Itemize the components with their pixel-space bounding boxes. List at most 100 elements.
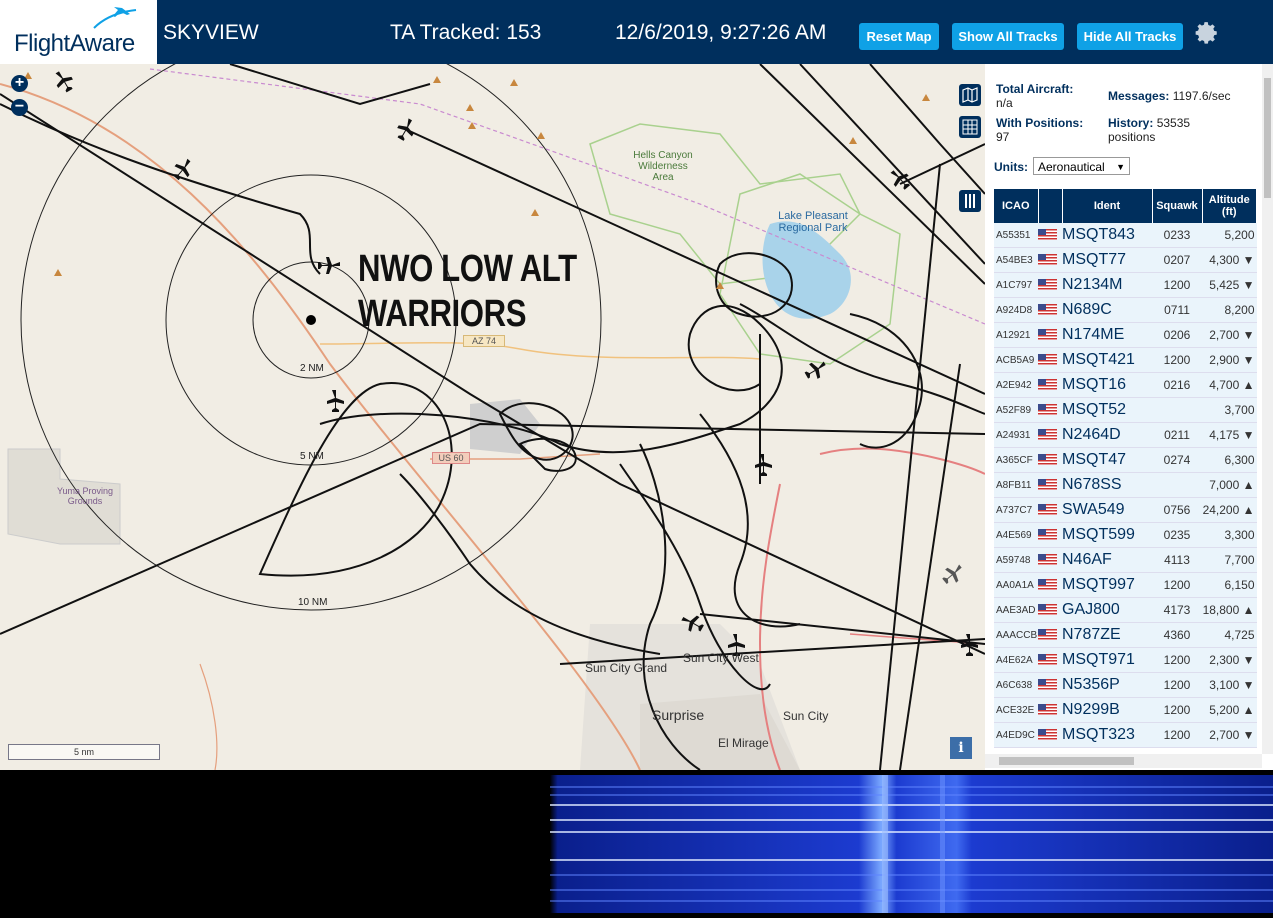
ident-cell: MSQT77	[1062, 247, 1152, 273]
ident-cell: N678SS	[1062, 472, 1152, 498]
place-el-mirage: El Mirage	[718, 736, 769, 750]
units-select[interactable]: Aeronautical ▼	[1033, 157, 1130, 175]
grid-toggle-button[interactable]	[959, 116, 981, 138]
col-icao[interactable]: ICAO	[994, 189, 1039, 223]
squawk-cell: 1200	[1152, 672, 1202, 698]
table-row[interactable]: A737C7 SWA549 0756 24,200 ▲	[994, 497, 1257, 523]
squawk-cell: 0711	[1152, 297, 1202, 323]
columns-icon	[965, 194, 975, 208]
us-flag-icon	[1038, 697, 1062, 723]
squawk-cell: 4113	[1152, 547, 1202, 573]
reset-map-button[interactable]: Reset Map	[859, 23, 939, 50]
us-flag-icon	[1038, 272, 1062, 298]
table-row[interactable]: A1C797 N2134M 1200 5,425 ▼	[994, 272, 1257, 298]
flightaware-logo[interactable]: FlightAware	[0, 0, 157, 66]
table-row[interactable]: A59748 N46AF 4113 7,700	[994, 547, 1257, 573]
units-selected: Aeronautical	[1038, 160, 1105, 174]
gear-icon[interactable]	[1194, 20, 1220, 46]
map-canvas[interactable]: + − NWO LOW ALT WARRIORS 2 NM 5 NM 10 NM…	[0, 64, 985, 770]
table-row[interactable]: AAE3AD GAJ800 4173 18,800 ▲	[994, 597, 1257, 623]
zoom-in-button[interactable]: +	[11, 75, 28, 92]
squawk-cell: 0235	[1152, 522, 1202, 548]
video-feed-left	[0, 775, 508, 913]
ident-cell: SWA549	[1062, 497, 1152, 523]
col-squawk[interactable]: Squawk	[1152, 189, 1203, 223]
ident-cell: MSQT16	[1062, 372, 1152, 398]
ring-label-2nm: 2 NM	[300, 363, 324, 374]
altitude-cell: 5,200 ▲	[1202, 697, 1257, 723]
ring-label-5nm: 5 NM	[300, 451, 324, 462]
squawk-cell: 1200	[1152, 572, 1202, 598]
hide-all-tracks-button[interactable]: Hide All Tracks	[1077, 23, 1183, 50]
scroll-thumb[interactable]	[1264, 78, 1271, 198]
ident-cell: N2134M	[1062, 272, 1152, 298]
icao-cell: A52F89	[994, 397, 1038, 423]
us-flag-icon	[1038, 547, 1062, 573]
table-row[interactable]: AAACCB N787ZE 4360 4,725	[994, 622, 1257, 648]
icao-cell: A4E569	[994, 522, 1038, 548]
tracked-count: TA Tracked: 153	[390, 21, 542, 44]
altitude-cell: 4,300 ▼	[1202, 247, 1257, 273]
table-row[interactable]: A24931 N2464D 0211 4,175 ▼	[994, 422, 1257, 448]
altitude-cell: 5,200	[1202, 223, 1257, 248]
col-flag[interactable]	[1038, 189, 1063, 223]
table-row[interactable]: ACE32E N9299B 1200 5,200 ▲	[994, 697, 1257, 723]
map-layers-button[interactable]	[959, 84, 981, 106]
col-altitude[interactable]: Altitude (ft)	[1202, 189, 1257, 223]
table-row[interactable]: A6C638 N5356P 1200 3,100 ▼	[994, 672, 1257, 698]
table-row[interactable]: A8FB11 N678SS 7,000 ▲	[994, 472, 1257, 498]
altitude-cell: 7,700	[1202, 547, 1257, 573]
table-row[interactable]: A365CF MSQT47 0274 6,300	[994, 447, 1257, 473]
ident-cell: N2464D	[1062, 422, 1152, 448]
place-lake-pleasant: Lake Pleasant Regional Park	[778, 210, 848, 234]
vertical-scrollbar[interactable]	[1262, 64, 1273, 754]
horizontal-scrollbar[interactable]	[985, 754, 1262, 768]
ident-cell: MSQT47	[1062, 447, 1152, 473]
table-row[interactable]: ACB5A9 MSQT421 1200 2,900 ▼	[994, 347, 1257, 373]
table-row[interactable]: AA0A1A MSQT997 1200 6,150	[994, 572, 1257, 598]
columns-toggle-button[interactable]	[959, 190, 981, 212]
icao-cell: AAE3AD	[994, 597, 1038, 623]
table-row[interactable]: A4ED9C MSQT323 1200 2,700 ▼	[994, 722, 1257, 748]
icao-cell: A24931	[994, 422, 1038, 448]
table-row[interactable]: A54BE3 MSQT77 0207 4,300 ▼	[994, 247, 1257, 273]
table-row[interactable]: A12921 N174ME 0206 2,700 ▼	[994, 322, 1257, 348]
icao-cell: A55351	[994, 223, 1038, 248]
icao-cell: A2E942	[994, 372, 1038, 398]
table-row[interactable]: A55351 MSQT843 0233 5,200	[994, 223, 1257, 248]
current-datetime: 12/6/2019, 9:27:26 AM	[615, 21, 827, 44]
table-row[interactable]: A4E569 MSQT599 0235 3,300	[994, 522, 1257, 548]
table-row[interactable]: A924D8 N689C 0711 8,200	[994, 297, 1257, 323]
squawk-cell: 0274	[1152, 447, 1202, 473]
icao-cell: A8FB11	[994, 472, 1038, 498]
show-all-tracks-button[interactable]: Show All Tracks	[952, 23, 1064, 50]
altitude-cell: 6,150	[1202, 572, 1257, 598]
altitude-cell: 7,000 ▲	[1202, 472, 1257, 498]
squawk-cell	[1152, 472, 1202, 498]
col-ident[interactable]: Ident	[1062, 189, 1153, 223]
icao-cell: A4E62A	[994, 647, 1038, 673]
info-button[interactable]: i	[950, 737, 972, 759]
ident-cell: MSQT599	[1062, 522, 1152, 548]
icao-cell: A54BE3	[994, 247, 1038, 273]
zoom-out-button[interactable]: −	[11, 99, 28, 116]
table-row[interactable]: A4E62A MSQT971 1200 2,300 ▼	[994, 647, 1257, 673]
altitude-cell: 24,200 ▲	[1202, 497, 1257, 523]
table-row[interactable]: A2E942 MSQT16 0216 4,700 ▲	[994, 372, 1257, 398]
us-flag-icon	[1038, 247, 1062, 273]
ident-cell: N787ZE	[1062, 622, 1152, 648]
total-aircraft-value: n/a	[996, 96, 1013, 110]
squawk-cell: 0233	[1152, 223, 1202, 248]
altitude-cell: 2,300 ▼	[1202, 647, 1257, 673]
squawk-cell: 0211	[1152, 422, 1202, 448]
us-flag-icon	[1038, 622, 1062, 648]
table-row[interactable]: A52F89 MSQT52 3,700	[994, 397, 1257, 423]
altitude-cell: 6,300	[1202, 447, 1257, 473]
header-bar: FlightAware SKYVIEW TA Tracked: 153 12/6…	[0, 0, 1273, 66]
scroll-thumb-h[interactable]	[999, 757, 1134, 765]
altitude-cell: 3,100 ▼	[1202, 672, 1257, 698]
with-positions-stat: With Positions: 97	[996, 116, 1083, 144]
squawk-cell: 0216	[1152, 372, 1202, 398]
place-yuma: Yuma Proving Grounds	[56, 486, 114, 506]
plane-logo-icon	[93, 7, 137, 29]
